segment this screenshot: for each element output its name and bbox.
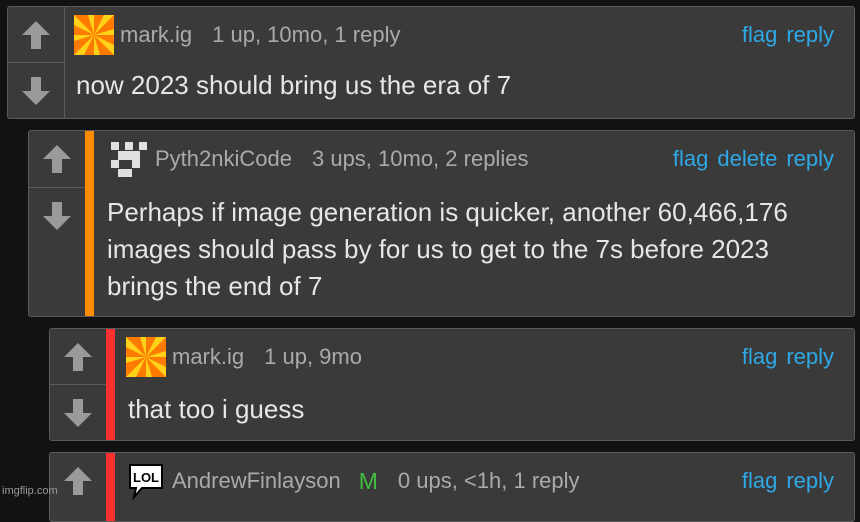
thread-accent-bar bbox=[85, 131, 94, 316]
comment: LOL AndrewFinlayson M 0 ups, <1h, 1 repl… bbox=[49, 452, 855, 522]
upvote-button[interactable] bbox=[50, 453, 106, 509]
comment-meta: 1 up, 9mo bbox=[264, 344, 362, 369]
flag-link[interactable]: flag bbox=[742, 468, 777, 494]
username[interactable]: mark.ig bbox=[120, 22, 192, 48]
comment-text: Perhaps if image generation is quicker, … bbox=[107, 197, 788, 301]
comment-actions: flag delete reply bbox=[673, 146, 834, 172]
comment-header: Pyth2nkiCode 3 ups, 10mo, 2 replies flag… bbox=[109, 131, 854, 187]
comment-meta: 1 up, 10mo, 1 reply bbox=[212, 22, 401, 47]
reply-link[interactable]: reply bbox=[786, 344, 834, 370]
username[interactable]: mark.ig bbox=[172, 344, 244, 370]
comment: mark.ig 1 up, 10mo, 1 reply flag reply n… bbox=[7, 6, 855, 119]
vote-column bbox=[8, 7, 65, 118]
arrow-down-icon bbox=[43, 202, 71, 230]
upvote-button[interactable] bbox=[29, 131, 85, 187]
downvote-button[interactable] bbox=[50, 384, 106, 440]
thread-accent-bar bbox=[106, 453, 115, 521]
upvote-button[interactable] bbox=[50, 329, 106, 384]
watermark: imgflip.com bbox=[2, 485, 58, 497]
comment-header: mark.ig 1 up, 9mo flag reply bbox=[126, 329, 854, 385]
svg-text:LOL: LOL bbox=[133, 470, 159, 485]
arrow-down-icon bbox=[22, 76, 50, 105]
comment-meta: 3 ups, 10mo, 2 replies bbox=[311, 146, 529, 171]
flag-link[interactable]: flag bbox=[742, 344, 777, 370]
avatar[interactable] bbox=[126, 337, 166, 377]
arrow-up-icon bbox=[64, 342, 92, 371]
upvote-button[interactable] bbox=[8, 7, 64, 62]
comment: mark.ig 1 up, 9mo flag reply that too i … bbox=[49, 328, 855, 441]
reply-link[interactable]: reply bbox=[786, 22, 834, 48]
arrow-down-icon bbox=[64, 398, 92, 427]
comment-actions: flag reply bbox=[742, 22, 834, 48]
comment-text: now 2023 should bring us the era of 7 bbox=[76, 70, 512, 100]
reply-link[interactable]: reply bbox=[786, 468, 834, 494]
arrow-up-icon bbox=[22, 20, 50, 49]
downvote-button[interactable] bbox=[29, 187, 85, 244]
comment-header: LOL AndrewFinlayson M 0 ups, <1h, 1 repl… bbox=[126, 453, 854, 509]
thread-accent-bar bbox=[106, 329, 115, 440]
lol-avatar[interactable]: LOL bbox=[126, 461, 166, 501]
comment-text: that too i guess bbox=[128, 394, 305, 424]
vote-column bbox=[50, 329, 107, 440]
comment: Pyth2nkiCode 3 ups, 10mo, 2 replies flag… bbox=[28, 130, 855, 317]
avatar[interactable] bbox=[74, 15, 114, 55]
comment-meta: 0 ups, <1h, 1 reply bbox=[397, 468, 580, 493]
comment-actions: flag reply bbox=[742, 468, 834, 494]
delete-link[interactable]: delete bbox=[717, 146, 777, 172]
vote-column bbox=[50, 453, 107, 521]
moderator-badge: M bbox=[358, 467, 378, 494]
comment-header: mark.ig 1 up, 10mo, 1 reply flag reply bbox=[74, 7, 854, 63]
vote-column bbox=[29, 131, 86, 316]
downvote-button[interactable] bbox=[8, 62, 64, 118]
comment-actions: flag reply bbox=[742, 344, 834, 370]
arrow-up-icon bbox=[64, 467, 92, 495]
avatar[interactable] bbox=[109, 139, 149, 179]
flag-link[interactable]: flag bbox=[673, 146, 708, 172]
arrow-up-icon bbox=[43, 145, 71, 173]
username[interactable]: AndrewFinlayson bbox=[172, 468, 341, 494]
username[interactable]: Pyth2nkiCode bbox=[155, 146, 292, 172]
reply-link[interactable]: reply bbox=[786, 146, 834, 172]
flag-link[interactable]: flag bbox=[742, 22, 777, 48]
